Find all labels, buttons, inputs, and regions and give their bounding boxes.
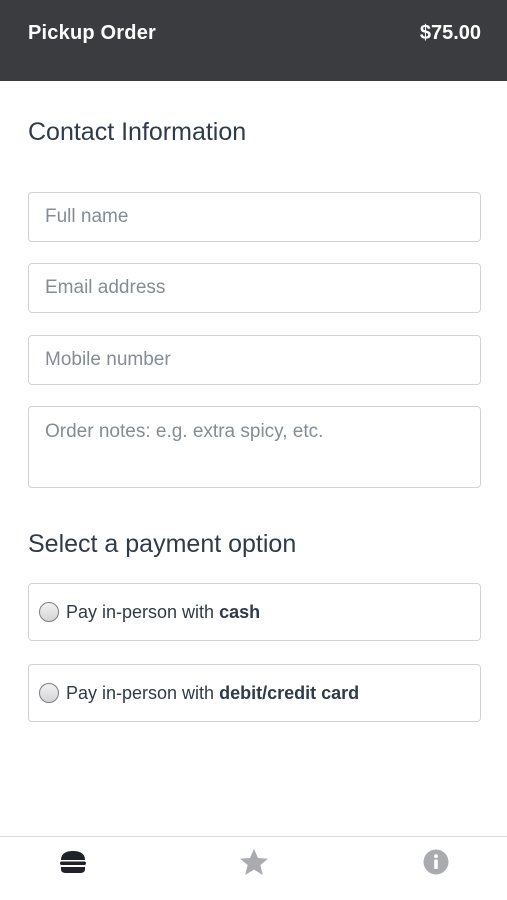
bottom-nav bbox=[0, 836, 507, 900]
mobile-field[interactable] bbox=[28, 335, 481, 385]
payment-option-cash[interactable]: Pay in-person with cash bbox=[28, 583, 481, 641]
nav-menu[interactable] bbox=[53, 847, 93, 877]
full-name-field[interactable] bbox=[28, 192, 481, 242]
payment-method-label: debit/credit card bbox=[219, 682, 360, 703]
contact-heading: Contact Information bbox=[28, 118, 247, 146]
payment-option-prefix: Pay in-person with bbox=[66, 601, 215, 622]
payment-method-label: cash bbox=[219, 601, 261, 622]
cash-radio[interactable] bbox=[39, 602, 59, 622]
nav-favorites[interactable] bbox=[234, 847, 274, 877]
info-icon bbox=[423, 849, 449, 875]
page-title: Pickup Order bbox=[28, 22, 156, 44]
email-field[interactable] bbox=[28, 263, 481, 313]
nav-info[interactable] bbox=[416, 847, 456, 877]
order-notes-field[interactable] bbox=[28, 406, 481, 488]
burger-icon bbox=[60, 851, 86, 873]
order-total: $75.00 bbox=[419, 22, 481, 44]
payment-heading: Select a payment option bbox=[28, 530, 297, 558]
star-icon bbox=[240, 849, 268, 875]
payment-option-card[interactable]: Pay in-person with debit/credit card bbox=[28, 664, 481, 722]
header-bar: Pickup Order $75.00 bbox=[0, 0, 507, 81]
card-radio[interactable] bbox=[39, 683, 59, 703]
payment-option-prefix: Pay in-person with bbox=[66, 682, 215, 703]
